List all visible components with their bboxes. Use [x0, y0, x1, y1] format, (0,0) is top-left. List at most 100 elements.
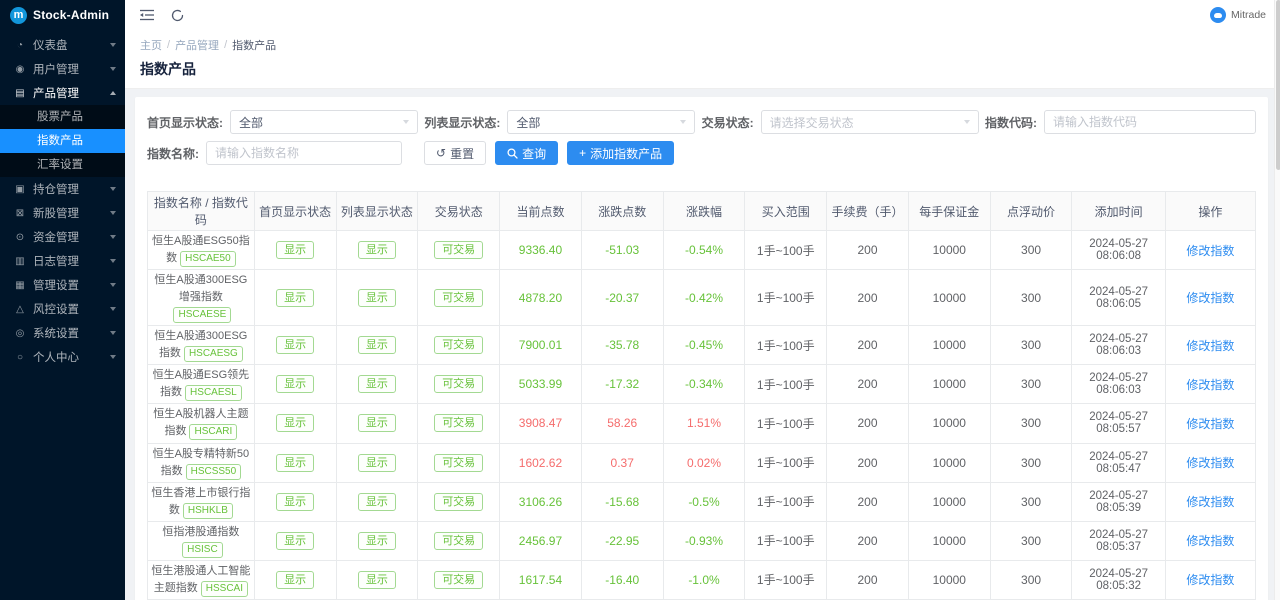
- trade-status-select[interactable]: 请选择交易状态: [760, 110, 979, 134]
- home-status-badge-cell: 显示: [253, 229, 337, 271]
- filter-buttons: ↺ 重置 查询 + 添加指数产品: [424, 141, 675, 165]
- home-status-badge: 显示: [276, 492, 315, 511]
- margin-cell: 10000: [907, 559, 991, 600]
- filter-list-status: 列表显示状态: 全部: [424, 110, 696, 134]
- list-status-badge-cell: 显示: [335, 520, 419, 561]
- user-name: Mitrade: [1230, 9, 1266, 21]
- products-icon: ▤: [15, 87, 25, 99]
- list-status-select[interactable]: 全部: [507, 110, 696, 134]
- index-products-table: 指数名称 / 指数代码 首页显示状态 列表显示状态 交易状态 当前点数 涨跌点数 涨跌幅 买入…: [147, 191, 1257, 600]
- chevron-up-icon: [110, 91, 116, 95]
- plus-icon: +: [579, 146, 587, 160]
- home-status-badge-cell: 显示: [253, 559, 337, 600]
- table-row: 恒生A股通ESG50指数 HSCAE50 显示 显示 可交易 9336.40 -51.03-…: [147, 229, 1257, 271]
- reset-button[interactable]: ↺ 重置: [424, 141, 487, 165]
- point-float-cell: 300: [989, 325, 1073, 366]
- sidebar-item-profile[interactable]: ○ 个人中心: [0, 345, 125, 369]
- index-name-cell: 恒生港股通人工智能主题指数 HSSCAI: [147, 559, 255, 600]
- index-name-input[interactable]: [206, 141, 402, 165]
- scrollbar-thumb[interactable]: [1275, 0, 1280, 170]
- list-status-badge: 显示: [357, 492, 396, 511]
- index-code-badge: HSCARI: [189, 424, 238, 441]
- edit-index-link[interactable]: 修改指数: [1186, 244, 1234, 258]
- column-header: 买入范围: [744, 191, 828, 231]
- sidebar-item-ipo[interactable]: ⊠ 新股管理: [0, 201, 125, 225]
- change-percent-cell: -0.34%: [662, 364, 746, 405]
- trade-status-badge: 可交易: [434, 531, 484, 550]
- chevron-down-icon: [110, 187, 116, 191]
- main-area: Mitrade 主页 / 产品管理 / 指数产品 指数产品 首页显示状态: 全部: [125, 0, 1280, 600]
- edit-index-link[interactable]: 修改指数: [1186, 573, 1234, 587]
- index-name-cell: 恒生A股专精特新50指数 HSCSS50: [147, 442, 255, 483]
- chevron-down-icon: [110, 283, 116, 287]
- sidebar-item-funds[interactable]: ⊙ 资金管理: [0, 225, 125, 249]
- filter-label: 指数代码:: [984, 115, 1037, 130]
- dashboard-icon: ◔: [16, 39, 24, 51]
- breadcrumb-item[interactable]: 产品管理: [175, 37, 219, 53]
- sidebar-item-users[interactable]: ◉ 用户管理: [0, 57, 125, 81]
- sidebar-item-risk[interactable]: △ 风控设置: [0, 297, 125, 321]
- action-cell: 修改指数: [1164, 481, 1257, 522]
- current-points-cell: 1602.62: [499, 442, 582, 483]
- trade-status-badge-cell: 可交易: [417, 559, 501, 600]
- change-points-cell: -51.03: [580, 229, 664, 271]
- edit-index-link[interactable]: 修改指数: [1186, 378, 1234, 392]
- filter-index-code: 指数代码:: [985, 110, 1256, 134]
- trade-status-badge: 可交易: [434, 414, 484, 433]
- add-index-product-button[interactable]: + 添加指数产品: [567, 141, 675, 165]
- table-row: 恒生香港上市银行指数 HSHKLB 显示 显示 可交易 3106.26 -15.68 -0.5…: [147, 481, 1257, 522]
- column-header: 添加时间: [1071, 191, 1166, 231]
- edit-index-link[interactable]: 修改指数: [1186, 417, 1234, 431]
- column-header: 当前点数: [499, 191, 582, 231]
- sidebar-subitem[interactable]: 汇率设置: [0, 153, 125, 177]
- sidebar-item-logs[interactable]: ▥ 日志管理: [0, 249, 125, 273]
- search-button[interactable]: 查询: [495, 141, 559, 165]
- sidebar-subitem[interactable]: 指数产品: [0, 129, 125, 153]
- sidebar-subitem[interactable]: 股票产品: [0, 105, 125, 129]
- sidebar-item-system[interactable]: ◎ 系统设置: [0, 321, 125, 345]
- list-status-badge-cell: 显示: [335, 325, 419, 366]
- sidebar-item-label: 持仓管理: [33, 184, 79, 196]
- sidebar-item-dashboard[interactable]: ◔ 仪表盘: [0, 33, 125, 57]
- edit-index-link[interactable]: 修改指数: [1186, 456, 1234, 470]
- home-status-select[interactable]: 全部: [230, 110, 418, 134]
- home-status-badge: 显示: [276, 336, 315, 355]
- user-menu[interactable]: Mitrade: [1209, 7, 1266, 23]
- refresh-icon[interactable]: [170, 8, 185, 23]
- admin-icon: ▦: [15, 279, 25, 291]
- change-points-cell: -16.40: [580, 559, 664, 600]
- window-scrollbar[interactable]: [1274, 0, 1280, 600]
- list-status-badge: 显示: [357, 241, 396, 260]
- home-status-badge-cell: 显示: [253, 364, 337, 405]
- breadcrumb-item[interactable]: 主页: [140, 37, 162, 53]
- add-time-cell: 2024-05-27 08:05:32: [1071, 559, 1166, 600]
- column-header: 手续费（手）: [826, 191, 909, 231]
- collapse-menu-icon[interactable]: [139, 8, 154, 23]
- list-status-badge: 显示: [357, 414, 396, 433]
- column-header: 涨跌幅: [662, 191, 746, 231]
- sidebar-item-positions[interactable]: ▣ 持仓管理: [0, 177, 125, 201]
- list-status-badge: 显示: [357, 531, 396, 550]
- add-time-cell: 2024-05-27 08:05:39: [1071, 481, 1166, 522]
- fee-cell: 200: [826, 269, 909, 327]
- buy-range-cell: 1手~100手: [744, 520, 828, 561]
- change-points-cell: -35.78: [580, 325, 664, 366]
- sidebar-item-label: 仪表盘: [33, 40, 68, 52]
- sidebar-item-label: 产品管理: [33, 88, 79, 100]
- index-name-cell: 恒生A股机器人主题指数 HSCARI: [147, 403, 255, 444]
- index-name: 恒指港股通指数: [162, 525, 240, 538]
- filter-label: 列表显示状态:: [424, 115, 501, 130]
- edit-index-link[interactable]: 修改指数: [1186, 291, 1234, 305]
- trade-status-badge: 可交易: [434, 375, 484, 394]
- margin-cell: 10000: [907, 520, 991, 561]
- edit-index-link[interactable]: 修改指数: [1186, 495, 1234, 509]
- sidebar-item-products[interactable]: ▤ 产品管理: [0, 81, 125, 105]
- edit-index-link[interactable]: 修改指数: [1186, 534, 1234, 548]
- list-status-badge: 显示: [357, 375, 396, 394]
- submenu: 股票产品 指数产品 汇率设置: [0, 105, 125, 177]
- sidebar-item-label: 风控设置: [33, 304, 79, 316]
- edit-index-link[interactable]: 修改指数: [1186, 339, 1234, 353]
- sidebar-item-admin[interactable]: ▦ 管理设置: [0, 273, 125, 297]
- index-code-badge: HSISC: [182, 541, 223, 558]
- index-code-input[interactable]: [1043, 110, 1256, 134]
